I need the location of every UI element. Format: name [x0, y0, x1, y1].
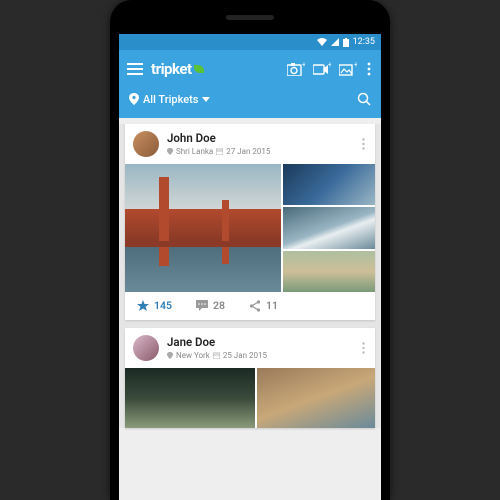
post-location: New York — [176, 351, 210, 360]
svg-text:+: + — [354, 62, 357, 69]
share-icon — [249, 300, 261, 312]
menu-icon[interactable] — [127, 63, 143, 75]
photo-gallery — [125, 368, 375, 428]
filter-dropdown[interactable]: All Tripkets — [129, 93, 210, 106]
avatar[interactable] — [133, 335, 159, 361]
calendar-icon — [216, 148, 223, 155]
brand-leaf-icon — [194, 65, 204, 73]
signal-icon — [331, 38, 339, 46]
comment-count: 28 — [213, 299, 225, 312]
app-brand: tripket — [151, 60, 204, 78]
photo-content — [125, 241, 281, 247]
avatar[interactable] — [133, 131, 159, 157]
thumbnail-photo[interactable] — [125, 368, 255, 428]
battery-icon — [343, 38, 349, 47]
svg-text:+: + — [302, 62, 305, 69]
post-date: 25 Jan 2015 — [223, 351, 267, 360]
author-name[interactable]: Jane Doe — [167, 336, 352, 350]
card-overflow-icon[interactable] — [360, 138, 367, 150]
brand-text: tripket — [151, 60, 192, 78]
main-photo[interactable] — [125, 164, 281, 292]
add-image-icon[interactable]: + — [339, 62, 357, 76]
app-screen: 12:35 tripket + + — [119, 34, 381, 500]
app-bar: tripket + + + — [119, 50, 381, 118]
add-video-icon[interactable]: + — [313, 62, 331, 76]
status-bar: 12:35 — [119, 34, 381, 50]
phone-speaker — [226, 15, 274, 20]
card-header: Jane Doe New York 25 Jan 2015 — [125, 328, 375, 368]
filter-label: All Tripkets — [143, 93, 198, 106]
thumbnail-photo[interactable] — [283, 164, 375, 205]
card-header: John Doe Shri Lanka 27 Jan 2015 — [125, 124, 375, 164]
card-overflow-icon[interactable] — [360, 342, 367, 354]
thumbnail-photo[interactable] — [283, 207, 375, 248]
overflow-menu-icon[interactable] — [365, 62, 373, 76]
post-date: 27 Jan 2015 — [226, 147, 270, 156]
post-location: Shri Lanka — [176, 147, 213, 156]
author-name[interactable]: John Doe — [167, 132, 352, 146]
svg-text:+: + — [328, 62, 331, 69]
share-button[interactable]: 11 — [249, 299, 278, 312]
share-count: 11 — [266, 299, 278, 312]
wifi-icon — [317, 38, 327, 46]
location-pin-icon — [167, 352, 173, 359]
add-photo-icon[interactable]: + — [287, 62, 305, 76]
card-actions: 145 28 11 — [125, 292, 375, 320]
thumbnail-photo[interactable] — [257, 368, 375, 428]
photo-content — [159, 177, 169, 267]
thumbnail-photo[interactable] — [283, 251, 375, 292]
photo-gallery — [125, 164, 375, 292]
photo-content — [222, 200, 229, 264]
like-button[interactable]: 145 — [137, 299, 172, 312]
chevron-down-icon — [202, 97, 210, 102]
calendar-icon — [213, 352, 220, 359]
phone-frame: 12:35 tripket + + — [110, 0, 390, 500]
star-icon — [137, 300, 149, 312]
location-pin-icon — [167, 148, 173, 155]
search-icon[interactable] — [357, 92, 371, 106]
comment-icon — [196, 300, 208, 311]
location-pin-icon — [129, 93, 139, 105]
feed-card: Jane Doe New York 25 Jan 2015 — [125, 328, 375, 428]
feed-card: John Doe Shri Lanka 27 Jan 2015 — [125, 124, 375, 320]
status-time: 12:35 — [353, 37, 375, 47]
feed: John Doe Shri Lanka 27 Jan 2015 — [119, 124, 381, 428]
comment-button[interactable]: 28 — [196, 299, 225, 312]
like-count: 145 — [154, 299, 172, 312]
